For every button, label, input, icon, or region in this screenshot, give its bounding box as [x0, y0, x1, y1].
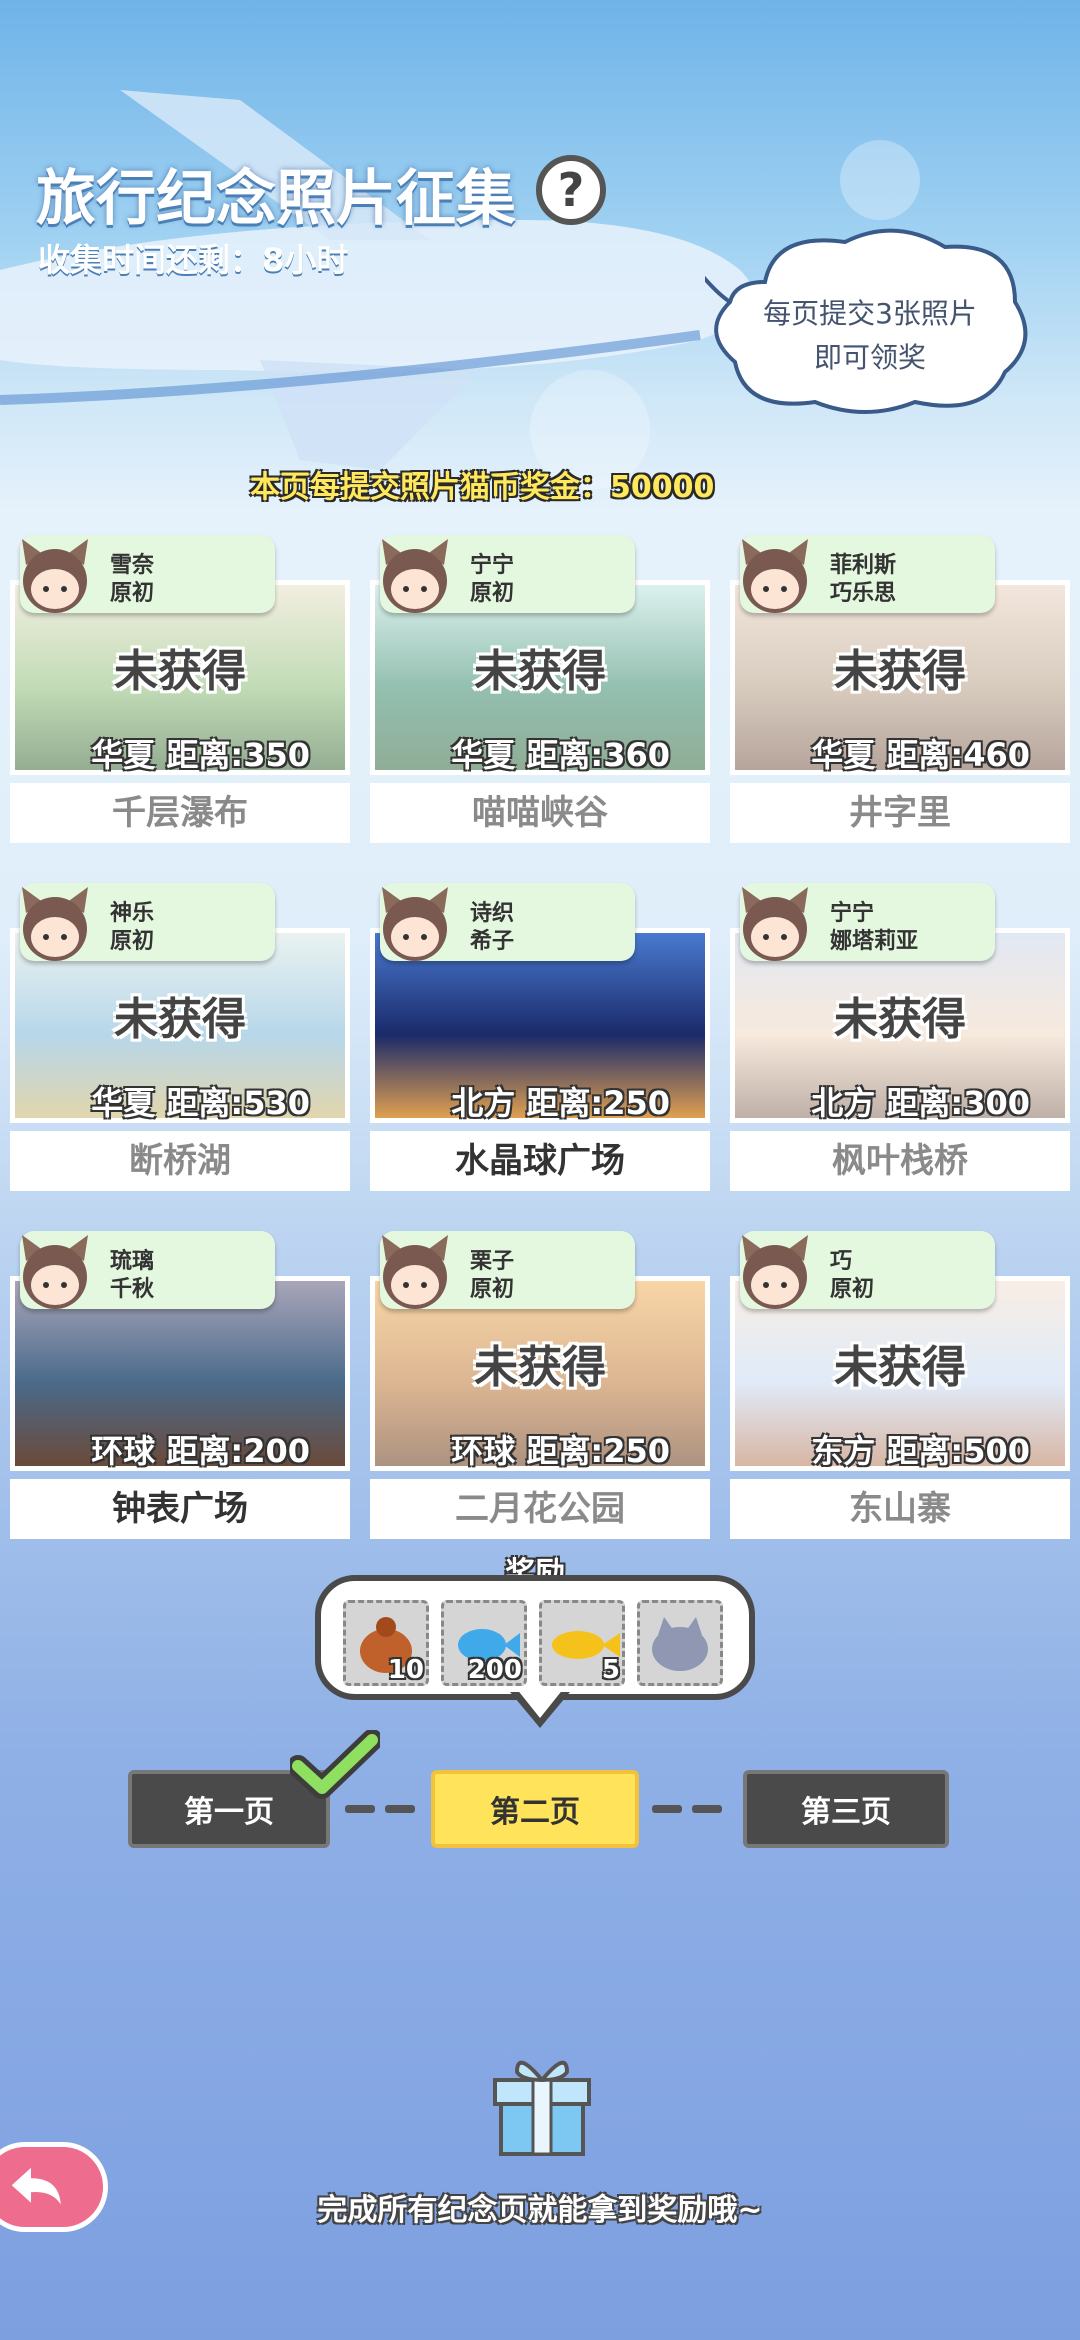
location-name: 喵喵峡谷: [370, 783, 710, 843]
character-costume: 原初: [110, 929, 155, 954]
footer-hint: 完成所有纪念页就能拿到奖励哦~: [317, 2193, 763, 2228]
pager-divider: [345, 1805, 375, 1813]
reward-count: 200: [467, 1655, 522, 1685]
location-name: 千层瀑布: [10, 783, 350, 843]
locked-status: 未获得: [474, 646, 606, 697]
back-button[interactable]: [0, 2142, 108, 2232]
character-costume: 原初: [470, 581, 515, 606]
countdown-text: 收集时间还剩：8小时: [38, 241, 349, 279]
photo-card[interactable]: 诗织 希子 北方 距离:250 水晶球广场: [370, 883, 710, 1193]
distance-label: 环球 距离:250: [451, 1432, 670, 1470]
checkmark-icon: [290, 1730, 380, 1799]
locked-status: 未获得: [474, 1342, 606, 1393]
character-avatar-icon: [742, 1235, 808, 1309]
location-name: 断桥湖: [10, 1131, 350, 1191]
hint-line-1: 每页提交3张照片: [763, 297, 977, 330]
reward-count: 5: [601, 1655, 620, 1685]
cat-plush-icon: [652, 1617, 708, 1671]
character-costume: 娜塔莉亚: [830, 929, 919, 954]
location-name: 井字里: [730, 783, 1070, 843]
character-costume: 原初: [830, 1277, 875, 1302]
distance-label: 华夏 距离:360: [451, 736, 670, 774]
location-name: 东山寨: [730, 1479, 1070, 1539]
locked-status: 未获得: [114, 994, 246, 1045]
locked-status: 未获得: [834, 646, 966, 697]
page-3-button[interactable]: 第三页: [743, 1770, 949, 1848]
pager-divider: [692, 1805, 722, 1813]
photo-card[interactable]: 雪奈 原初 未获得 华夏 距离:350 千层瀑布: [10, 535, 350, 845]
photo-card[interactable]: 栗子 原初 未获得 环球 距离:250 二月花公园: [370, 1231, 710, 1541]
character-avatar-icon: [22, 887, 88, 961]
hint-line-2: 即可领奖: [813, 341, 926, 374]
back-arrow-icon: [11, 2167, 61, 2205]
location-name: 水晶球广场: [370, 1131, 710, 1191]
character-avatar-icon: [22, 1235, 88, 1309]
reward-item[interactable]: 5: [539, 1600, 625, 1686]
distance-label: 北方 距离:300: [811, 1084, 1030, 1122]
reward-pointer-fill: [516, 1688, 564, 1718]
help-icon[interactable]: ?: [536, 155, 606, 225]
reward-item[interactable]: [637, 1600, 723, 1686]
distance-label: 华夏 距离:460: [811, 736, 1030, 774]
character-costume: 原初: [470, 1277, 515, 1302]
character-costume: 巧乐思: [830, 581, 897, 606]
page-bonus-text: 本页每提交照片猫币奖金：50000: [250, 470, 715, 505]
gift-icon[interactable]: [487, 2050, 597, 2160]
reward-count: 10: [387, 1655, 424, 1685]
location-name: 二月花公园: [370, 1479, 710, 1539]
hint-bubble-text: 每页提交3张照片 即可领奖: [725, 292, 1015, 380]
character-avatar-icon: [742, 539, 808, 613]
photo-card[interactable]: 巧原初 未获得 东方 距离:500 东山寨: [730, 1231, 1070, 1541]
location-name: 钟表广场: [10, 1479, 350, 1539]
reward-item[interactable]: 200: [441, 1600, 527, 1686]
locked-status: 未获得: [834, 1342, 966, 1393]
character-costume: 原初: [110, 581, 155, 606]
photo-card[interactable]: 菲利斯 巧乐思 未获得 华夏 距离:460 井字里: [730, 535, 1070, 845]
character-avatar-icon: [742, 887, 808, 961]
pager-divider: [652, 1805, 682, 1813]
photo-card[interactable]: 宁宁 原初 未获得 华夏 距离:360 喵喵峡谷: [370, 535, 710, 845]
locked-status: 未获得: [114, 646, 246, 697]
locked-status: 未获得: [834, 994, 966, 1045]
reward-item[interactable]: 10: [343, 1600, 429, 1686]
photo-card[interactable]: 宁宁 娜塔莉亚 未获得 北方 距离:300 枫叶栈桥: [730, 883, 1070, 1193]
distance-label: 北方 距离:250: [451, 1084, 670, 1122]
character-avatar-icon: [22, 539, 88, 613]
pager-divider: [385, 1805, 415, 1813]
page-title: 旅行纪念照片征集: [36, 164, 516, 234]
character-avatar-icon: [382, 887, 448, 961]
distance-label: 环球 距离:200: [91, 1432, 310, 1470]
photo-card[interactable]: 琉璃 千秋 环球 距离:200 钟表广场: [10, 1231, 350, 1541]
page-2-button[interactable]: 第二页: [431, 1770, 639, 1848]
character-costume: 希子: [470, 929, 515, 954]
character-avatar-icon: [382, 539, 448, 613]
character-avatar-icon: [382, 1235, 448, 1309]
distance-label: 华夏 距离:350: [91, 736, 310, 774]
character-costume: 千秋: [110, 1277, 155, 1302]
distance-label: 华夏 距离:530: [91, 1084, 310, 1122]
distance-label: 东方 距离:500: [811, 1432, 1030, 1470]
location-name: 枫叶栈桥: [730, 1131, 1070, 1191]
photo-card[interactable]: 神乐 原初 未获得 华夏 距离:530 断桥湖: [10, 883, 350, 1193]
